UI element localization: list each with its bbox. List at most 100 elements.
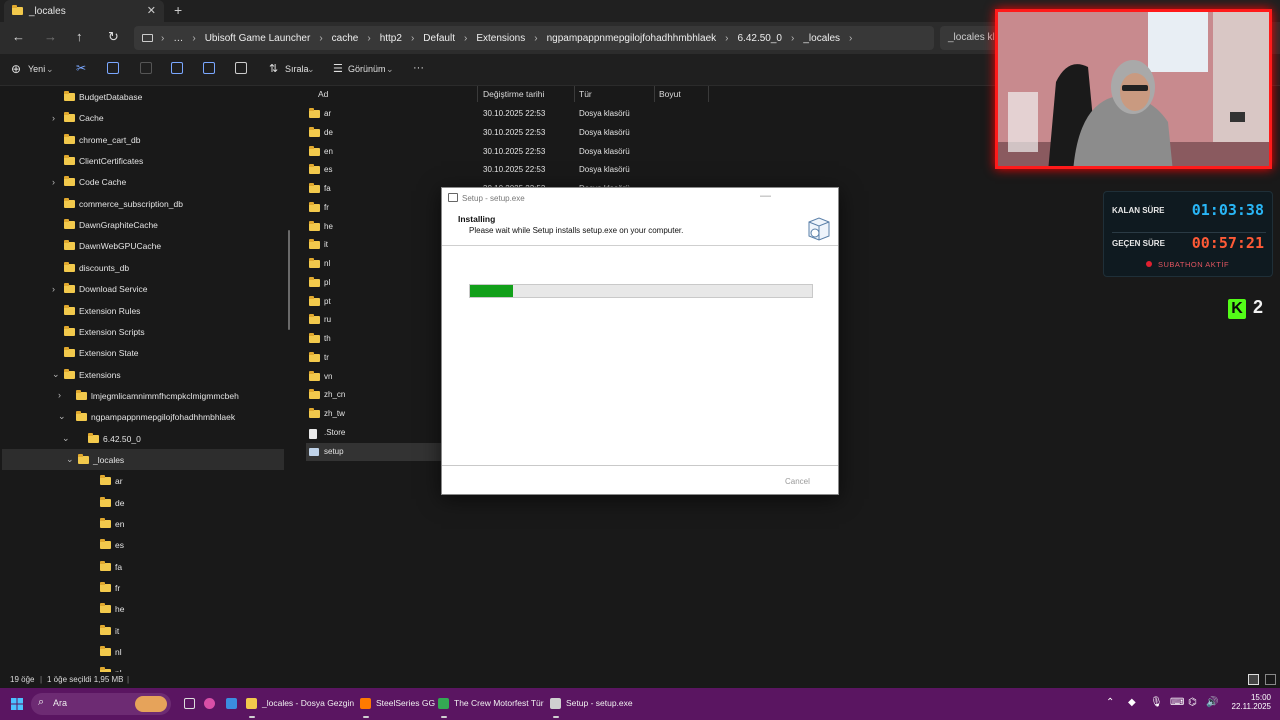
tree-item[interactable]: es [0,534,290,555]
tree-item[interactable]: DawnGraphiteCache [0,214,290,235]
column-type[interactable]: Tür [575,86,655,102]
cancel-button[interactable]: Cancel [785,477,810,486]
sort-button[interactable]: Sırala [285,64,309,74]
cut-icon[interactable]: ✂ [76,61,86,75]
file-row[interactable]: setup [306,442,441,461]
taskbar-app[interactable]: The Crew Motorfest Tür [454,698,544,708]
chevron-right-icon[interactable]: › [52,113,55,123]
chevron-down-icon[interactable]: ⌄ [52,369,60,380]
tiles-view-icon[interactable] [1265,674,1276,685]
breadcrumb-item[interactable]: Extensions [476,33,525,44]
rename-icon[interactable] [171,62,183,74]
tree-item[interactable]: BudgetDatabase [0,86,290,107]
tree-item[interactable]: ⌄ 6.42.50_0 [0,428,290,449]
tree-item[interactable]: Extension Scripts [0,321,290,342]
breadcrumb-item[interactable]: 6.42.50_0 [738,33,783,44]
chevron-down-icon[interactable]: ⌄ [58,411,66,422]
windows-start-icon[interactable] [11,698,23,710]
chevron-down-icon[interactable]: ⌄ [66,454,74,465]
chevron-down-icon[interactable]: ⌄ [62,433,70,444]
copilot-icon[interactable] [204,698,215,709]
delete-icon[interactable] [235,62,247,74]
keyboard-icon[interactable]: ⌨ [1170,697,1184,708]
tree-item[interactable]: fa [0,556,290,577]
tree-item[interactable]: ⌄ _locales [2,448,284,470]
tab-locales[interactable]: _locales ✕ [4,0,164,22]
tree-item[interactable]: › Cache [0,107,290,128]
dialog-titlebar[interactable]: Setup - setup.exe — [442,188,838,208]
tree-item[interactable]: fr [0,577,290,598]
file-row[interactable]: es 30.10.2025 22:53 Dosya klasörü [306,161,726,179]
breadcrumb-item[interactable]: Default [423,33,455,44]
tree-item-label: Extension Scripts [79,326,145,337]
tree-item[interactable]: commerce_subscription_db [0,193,290,214]
tree-item[interactable]: en [0,513,290,534]
taskbar-clock[interactable]: 15:00 22.11.2025 [1225,693,1271,711]
tree-item[interactable]: nl [0,641,290,662]
column-date[interactable]: Değiştirme tarihi [479,86,575,102]
network-icon[interactable]: ⌬ [1188,697,1197,708]
taskbar-app[interactable]: Setup - setup.exe [566,698,633,708]
close-tab-icon[interactable]: ✕ [147,4,156,17]
breadcrumb-item[interactable]: _locales [803,33,840,44]
tree-item[interactable]: › Download Service [0,278,290,299]
tree-item[interactable]: ar [0,470,290,491]
chevron-right-icon[interactable]: › [58,390,61,400]
taskbar-search[interactable]: ⌕ Ara [31,693,171,715]
breadcrumb-item[interactable]: http2 [380,33,402,44]
folder-icon [78,453,89,464]
tree-item[interactable]: › Code Cache [0,171,290,192]
tree-item[interactable]: DawnWebGPUCache [0,235,290,256]
breadcrumb-item[interactable]: cache [332,33,359,44]
file-row[interactable]: de 30.10.2025 22:53 Dosya klasörü [306,124,726,142]
volume-icon[interactable]: 🔊 [1206,697,1218,708]
tree-item[interactable]: Extension State [0,342,290,363]
breadcrumb-item[interactable]: Ubisoft Game Launcher [205,33,311,44]
tree-item[interactable]: he [0,598,290,619]
tree-item[interactable]: ClientCertificates [0,150,290,171]
new-icon[interactable]: ⊕ [11,62,21,76]
tree-item[interactable]: pl [0,662,290,672]
paste-icon[interactable] [140,62,152,74]
tree-item[interactable]: Extension Rules [0,300,290,321]
tree-item[interactable]: discounts_db [0,257,290,278]
edge-icon[interactable] [226,698,237,709]
chevron-right-icon[interactable]: › [52,284,55,294]
steelseries-icon [360,698,371,709]
view-button[interactable]: Görünüm [348,64,386,74]
breadcrumb-more[interactable]: … [173,33,183,44]
tree-item[interactable]: de [0,492,290,513]
new-button[interactable]: Yeni [28,64,45,74]
tree-item[interactable]: ⌄ Extensions [0,364,290,385]
file-row[interactable]: ar 30.10.2025 22:53 Dosya klasörü [306,105,726,123]
tree-item[interactable]: › lmjegmlicamnimmfhcmpkclmigmmcbeh [0,385,290,406]
microphone-icon[interactable]: 🎙 [1150,697,1163,708]
more-options-icon[interactable]: ··· [413,62,424,74]
minimize-button[interactable]: — [760,190,771,202]
refresh-icon[interactable]: ↻ [108,29,119,45]
new-tab-button[interactable]: + [174,2,182,18]
file-row[interactable]: en 30.10.2025 22:53 Dosya klasörü [306,143,726,161]
tree-item[interactable]: chrome_cart_db [0,129,290,150]
tree-scrollbar[interactable] [288,230,290,330]
subathon-status: SUBATHON AKTİF [1158,260,1230,269]
column-name[interactable]: Ad [314,86,478,102]
tray-app-icon[interactable]: ◆ [1128,697,1136,708]
task-view-icon[interactable] [184,698,195,709]
share-icon[interactable] [203,62,215,74]
forward-icon[interactable]: → [44,29,57,44]
back-icon[interactable]: ← [12,29,25,44]
copy-icon[interactable] [107,62,119,74]
chevron-right-icon[interactable]: › [52,177,55,187]
folder-icon [64,368,75,379]
breadcrumb-item[interactable]: ngpampappnmepgilojfohadhhmbhlaek [547,33,717,44]
up-icon[interactable]: ↑ [76,29,83,44]
taskbar-app[interactable]: SteelSeries GG [376,698,435,708]
breadcrumb[interactable]: › … › Ubisoft Game Launcher › cache › ht… [134,26,934,50]
chevron-up-icon[interactable]: ⌃ [1106,697,1114,708]
tree-item[interactable]: it [0,620,290,641]
column-size[interactable]: Boyut [655,86,709,102]
tree-item[interactable]: ⌄ ngpampappnmepgilojfohadhhmbhlaek [0,406,290,427]
details-view-icon[interactable] [1248,674,1259,685]
taskbar-app[interactable]: _locales - Dosya Gezgin [262,698,354,708]
